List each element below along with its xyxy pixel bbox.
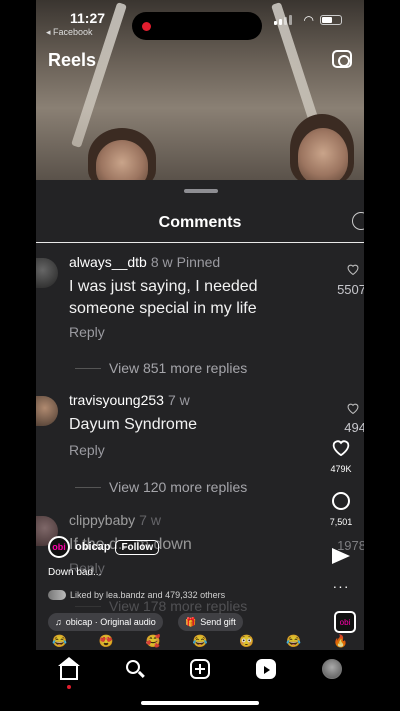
camera-icon[interactable]	[332, 50, 352, 68]
reels-icon[interactable]	[255, 658, 277, 680]
comment-username[interactable]: clippybaby 7 w	[69, 512, 161, 528]
signal-icon	[274, 15, 292, 25]
create-icon[interactable]	[189, 658, 211, 680]
send-gift-button[interactable]: 🎁 Send gift	[178, 613, 243, 631]
notification-dot	[67, 685, 71, 689]
heart-icon[interactable]	[346, 263, 360, 275]
audio-label: obicap · Original audio	[65, 617, 156, 627]
reel-like-count: 479K	[330, 464, 352, 474]
status-bar: 11:27 ◂ Facebook ◠	[36, 8, 364, 40]
back-to-app-link[interactable]: ◂ Facebook	[46, 27, 93, 38]
liked-by-row[interactable]: Liked by lea.bandz and 479,332 others	[48, 590, 225, 600]
emoji-reaction-row: 😂 😍 🥰 😂 😳 😂 🔥	[36, 634, 364, 648]
liked-by-text: Liked by lea.bandz and 479,332 others	[70, 590, 226, 600]
gift-label: Send gift	[200, 617, 236, 627]
music-note-icon: ♫	[55, 617, 62, 627]
liker-avatars	[48, 590, 66, 600]
comment-age: 7 w	[139, 512, 161, 528]
like-count: 5507	[337, 282, 364, 297]
comment-text: I was just saying, I needed someone spec…	[69, 278, 258, 317]
reel-comment-button[interactable]: 7,501	[326, 492, 356, 527]
view-more-replies-button[interactable]: View 851 more replies	[74, 360, 247, 376]
reel-comment-count: 7,501	[329, 517, 353, 527]
reel-author: obi obicap Follow	[48, 536, 160, 558]
gift-icon: 🎁	[185, 616, 197, 627]
reply-button[interactable]: Reply	[69, 442, 105, 458]
home-icon[interactable]	[58, 657, 80, 689]
sheet-grabber[interactable]	[184, 189, 218, 193]
comments-title: Comments	[158, 214, 242, 231]
recording-dot-icon	[142, 22, 151, 31]
search-icon[interactable]	[124, 658, 146, 680]
comment-icon	[332, 492, 350, 510]
follow-button[interactable]: Follow	[115, 539, 160, 555]
more-options-icon[interactable]: ···	[326, 578, 356, 594]
divider	[36, 242, 364, 243]
audio-thumbnail[interactable]: obi	[334, 611, 356, 633]
emoji-reaction[interactable]: 😳	[239, 634, 254, 648]
reel-share-button[interactable]	[326, 548, 356, 564]
comment-username[interactable]: travisyoung253 7 w	[69, 392, 190, 408]
send-icon	[332, 548, 350, 564]
reel-like-button[interactable]: 479K	[326, 438, 356, 474]
avatar[interactable]	[36, 396, 58, 426]
view-more-replies-button[interactable]: View 178 more replies	[74, 598, 247, 614]
audio-pill[interactable]: ♫ obicap · Original audio	[48, 613, 163, 631]
view-more-replies-button[interactable]: View 120 more replies	[74, 479, 247, 495]
avatar[interactable]	[36, 258, 58, 288]
home-indicator[interactable]	[141, 701, 259, 705]
phone-screen: 11:27 ◂ Facebook ◠ Reels Comments always…	[36, 0, 364, 711]
author-avatar[interactable]: obi	[48, 536, 70, 558]
comments-sheet: Comments always__dtb 8 w Pinned I was just…	[36, 180, 364, 650]
emoji-reaction[interactable]: 😍	[99, 634, 114, 648]
emoji-reaction[interactable]: 🔥	[333, 634, 348, 648]
page-title: Reels	[48, 50, 97, 70]
status-time: 11:27	[70, 10, 106, 26]
comment-text: Dayum Syndrome	[69, 416, 198, 433]
heart-icon[interactable]	[346, 402, 360, 414]
comment-username[interactable]: always__dtb 8 w Pinned	[69, 254, 220, 270]
info-icon[interactable]	[352, 212, 364, 230]
reel-caption[interactable]: Down bad...	[48, 567, 101, 578]
author-username[interactable]: obicap	[75, 541, 110, 553]
wifi-icon: ◠	[303, 13, 314, 27]
like-count: 494	[344, 420, 364, 435]
battery-icon	[320, 15, 342, 25]
profile-icon[interactable]	[321, 658, 343, 680]
comment-age: 7 w	[167, 392, 190, 408]
reply-button[interactable]: Reply	[69, 324, 105, 340]
heart-icon	[332, 440, 350, 457]
dynamic-island	[132, 12, 262, 40]
comment-age: 8 w	[150, 254, 173, 270]
person-face	[298, 128, 348, 184]
emoji-reaction[interactable]: 😂	[192, 634, 207, 648]
emoji-reaction[interactable]: 🥰	[146, 634, 161, 648]
emoji-reaction[interactable]: 😂	[52, 634, 67, 648]
pinned-label: Pinned	[176, 254, 221, 270]
emoji-reaction[interactable]: 😂	[286, 634, 301, 648]
